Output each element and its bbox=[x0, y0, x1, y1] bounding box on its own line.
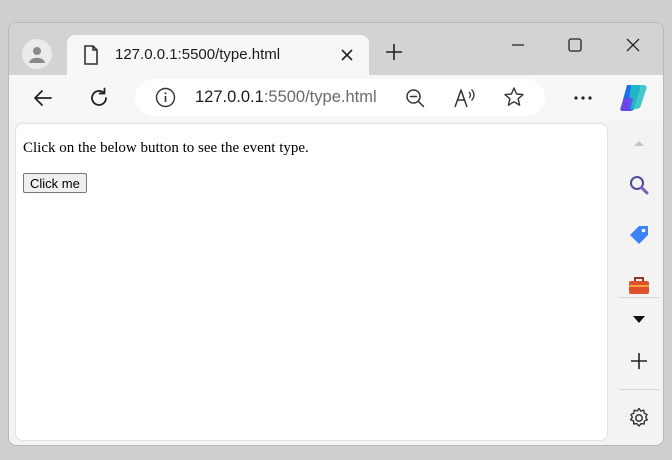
instruction-text: Click on the below button to see the eve… bbox=[23, 140, 309, 156]
more-icon[interactable] bbox=[571, 86, 595, 110]
info-icon[interactable] bbox=[155, 87, 176, 108]
add-icon[interactable] bbox=[627, 349, 651, 373]
click-me-button[interactable]: Click me bbox=[23, 173, 87, 193]
shopping-tag-icon[interactable] bbox=[627, 223, 651, 247]
star-icon[interactable] bbox=[503, 86, 525, 108]
sidebar-divider bbox=[619, 389, 659, 390]
search-icon[interactable] bbox=[627, 173, 651, 197]
page-icon bbox=[84, 45, 98, 65]
zoom-out-icon[interactable] bbox=[405, 88, 425, 108]
new-tab-icon[interactable] bbox=[384, 42, 404, 62]
title-bar: 127.0.0.1:5500/type.html bbox=[9, 23, 663, 75]
url-text[interactable]: 127.0.0.1:5500/type.html bbox=[195, 88, 377, 107]
navigation-toolbar: 127.0.0.1:5500/type.html bbox=[9, 75, 663, 121]
back-arrow-icon[interactable] bbox=[31, 86, 55, 110]
copilot-icon[interactable] bbox=[617, 81, 651, 115]
url-host: 127.0.0.1 bbox=[195, 88, 264, 106]
minimize-icon[interactable] bbox=[506, 33, 530, 57]
settings-icon[interactable] bbox=[627, 406, 651, 430]
sidebar-divider bbox=[619, 297, 659, 298]
reload-icon[interactable] bbox=[87, 86, 111, 110]
page-content: Click on the below button to see the eve… bbox=[15, 123, 608, 441]
address-bar[interactable]: 127.0.0.1:5500/type.html bbox=[135, 79, 545, 116]
profile-icon bbox=[29, 47, 45, 63]
dropdown-icon[interactable] bbox=[627, 307, 651, 331]
maximize-icon[interactable] bbox=[563, 33, 587, 57]
profile-button[interactable] bbox=[22, 39, 52, 69]
url-path: :5500/type.html bbox=[263, 88, 377, 106]
close-window-icon[interactable] bbox=[621, 33, 645, 57]
browser-window: 127.0.0.1:5500/type.html 127.0.0.1:5500/… bbox=[8, 22, 664, 446]
sidebar bbox=[615, 123, 663, 445]
read-aloud-icon[interactable] bbox=[453, 87, 477, 109]
scroll-up-icon[interactable] bbox=[627, 131, 651, 155]
tab-active[interactable]: 127.0.0.1:5500/type.html bbox=[67, 35, 369, 75]
toolbox-icon[interactable] bbox=[627, 273, 651, 297]
tab-title: 127.0.0.1:5500/type.html bbox=[115, 46, 281, 63]
close-tab-icon[interactable] bbox=[339, 47, 355, 63]
